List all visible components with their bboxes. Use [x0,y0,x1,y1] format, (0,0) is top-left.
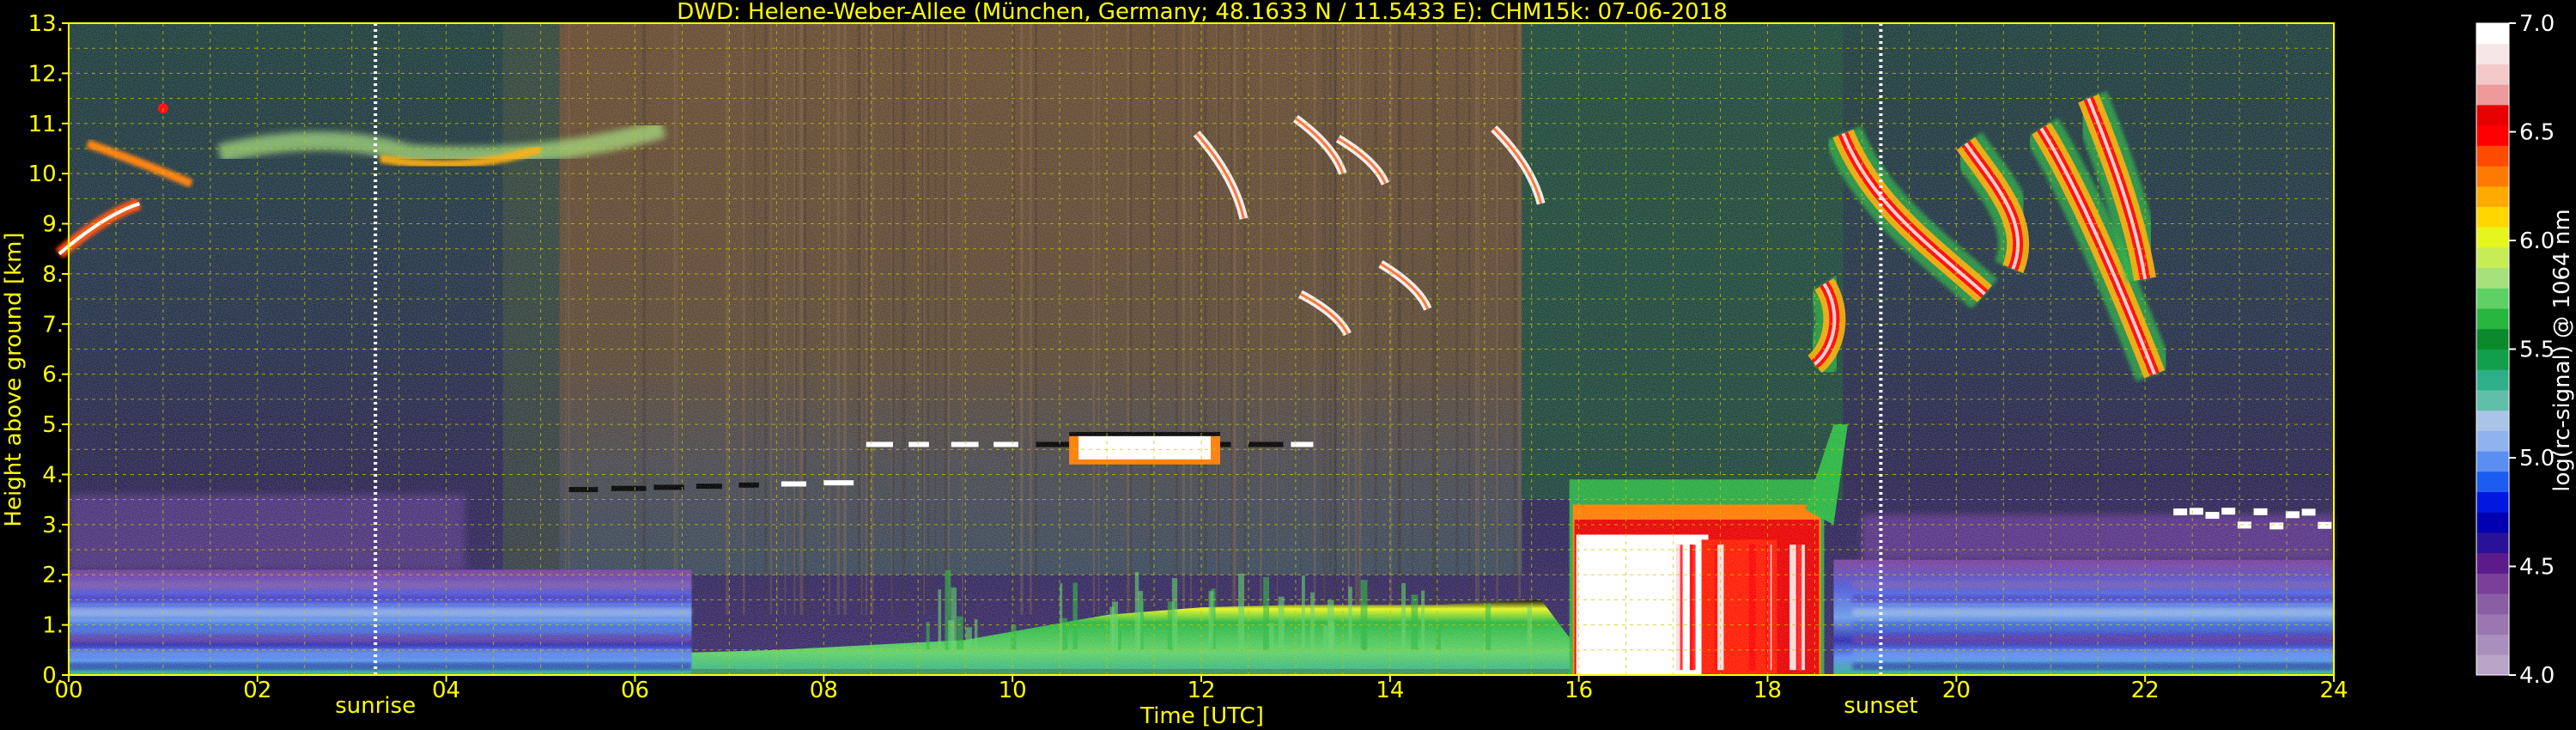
x-tick-label: 02 [243,678,271,703]
y-tick-label: 10. [28,161,64,187]
y-tick-label: 1. [42,613,64,639]
colorbar-segment [2476,369,2509,391]
x-tick-label: 24 [2319,678,2348,703]
colorbar-segment [2476,186,2509,207]
y-tick-label: 11. [28,112,64,137]
y-tick-label: 7. [42,312,64,338]
colorbar-segment [2476,634,2509,655]
sunset-label: sunset [1844,693,1917,719]
colorbar-segment [2476,206,2509,228]
y-tick-label: 12. [28,61,64,87]
colorbar-segment [2476,84,2509,106]
colorbar-segment [2476,654,2509,676]
y-tick-label: 3. [42,513,64,538]
colorbar-segment [2476,166,2509,187]
x-tick-label: 10 [999,678,1027,703]
colorbar-segment [2476,349,2509,370]
colorbar-segment [2476,328,2509,350]
colorbar-tick-label: 4.5 [2519,555,2555,581]
x-tick-label: 16 [1564,678,1593,703]
colorbar-segment [2476,451,2509,472]
colorbar-segment [2476,246,2509,269]
colorbar-segment [2476,593,2509,615]
x-tick-label: 18 [1753,678,1782,703]
y-axis-label: Height above ground [km] [1,232,27,526]
x-tick-label: 20 [1942,678,1971,703]
colorbar-segment [2476,430,2509,452]
y-tick-label: 0. [42,663,64,689]
colorbar-segment [2476,267,2509,289]
x-tick-label: 04 [432,678,460,703]
colorbar-segment [2476,512,2509,533]
y-tick-label: 5. [42,412,64,438]
x-tick-label: 06 [621,678,649,703]
colorbar-segment [2476,145,2509,167]
colorbar-segment [2476,613,2509,636]
colorbar-segment [2476,125,2509,146]
colorbar-segment [2476,552,2509,574]
chart-title: DWD: Helene-Weber-Allee (München, German… [677,0,1728,25]
colorbar: 4.04.55.05.56.06.57.0 [2476,11,2555,689]
colorbar-segment [2476,23,2509,45]
colorbar-segment [2476,227,2509,248]
colorbar-segment [2476,471,2509,493]
x-axis-label: Time [UTC] [1139,703,1264,729]
y-tick-label: 6. [42,362,64,388]
colorbar-segment [2476,43,2509,64]
colorbar-segment [2476,104,2509,126]
colorbar-segment [2476,288,2509,309]
ceilometer-chart: sunrise sunset 00 02 04 06 08 10 12 14 16 18 20 22 24… [1,0,2575,729]
colorbar-tick-label: 6.5 [2519,120,2555,146]
colorbar-segment [2476,389,2509,411]
colorbar-segment [2476,491,2509,513]
colorbar-tick-label: 4.0 [2519,663,2555,689]
colorbar-segment [2476,532,2509,554]
x-tick-label: 12 [1187,678,1215,703]
colorbar-label: log(rc-signal) @ 1064 nm [2549,209,2575,491]
colorbar-segment [2476,64,2509,85]
colorbar-tick-label: 7.0 [2519,11,2555,37]
x-tick-label: 08 [810,678,838,703]
y-tick-label: 13. [28,11,64,37]
colorbar-segment [2476,410,2509,431]
x-tick-label: 14 [1376,678,1404,703]
x-tick-label: 22 [2131,678,2160,703]
sunrise-label: sunrise [335,693,416,719]
y-tick-label: 9. [42,212,64,238]
colorbar-segment [2476,573,2509,594]
colorbar-segment [2476,308,2509,330]
y-tick-label: 8. [42,262,64,288]
y-tick-label: 4. [42,462,64,488]
y-tick-label: 2. [42,563,64,588]
